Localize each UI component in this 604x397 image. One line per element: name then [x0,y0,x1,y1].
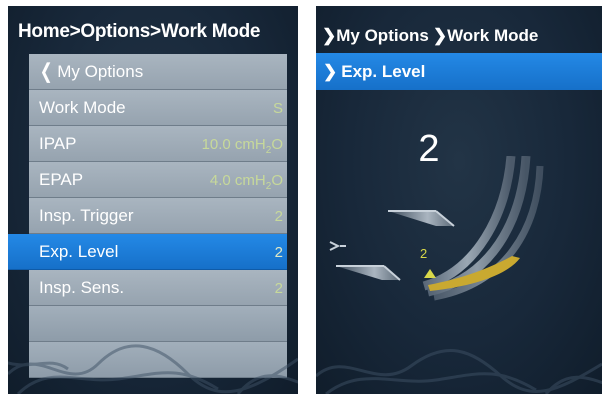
left-screen: Home>Options>Work Mode ❮ My Options Work … [8,6,298,394]
selected-option-label: ❯ Exp. Level [323,62,426,81]
breadcrumb: Home>Options>Work Mode [18,21,261,42]
back-button[interactable]: ❮ My Options [29,54,287,90]
menu-item-label: Work Mode [39,98,126,117]
selected-option-header[interactable]: ❯ Exp. Level [316,53,602,90]
menu-item-label: Insp. Sens. [39,278,125,297]
menu-item-label: IPAP [39,134,77,153]
back-button-label: ❮ My Options [39,60,144,83]
menu-item-epap[interactable]: EPAP 4.0 cmH2O [29,162,287,198]
menu-item-ipap[interactable]: IPAP 10.0 cmH2O [29,126,287,162]
menu-item-value: 2 [274,280,283,297]
chevron-right-icon: ❯ [323,62,338,81]
level-marker-triangle [424,269,436,278]
level-marker-value: 2 [420,246,428,261]
chevron-right-icon: ❯ [322,26,337,45]
menu-item-exp-level[interactable]: Exp. Level 2 [8,234,287,270]
menu-item-work-mode[interactable]: Work Mode S [29,90,287,126]
menu-item-insp-sens[interactable]: Insp. Sens. 2 [29,270,287,306]
right-screen: ❯My Options ❯Work Mode ❯ Exp. Level 2 2 [316,6,602,394]
decorative-ornament [316,349,602,394]
lung-icon [329,241,346,251]
menu-item-value: 4.0 cmH2O [209,172,283,192]
menu-item-label: Insp. Trigger [39,206,134,225]
menu-item-value: S [272,100,283,117]
chevron-right-icon: ❯ [432,26,448,45]
menu-item-value: 2 [274,244,283,261]
exp-level-diagram [329,156,544,301]
menu-item-label: EPAP [39,170,84,189]
chevron-left-icon: ❮ [39,60,53,83]
menu-item-label: Exp. Level [39,242,119,261]
menu-item-value: 2 [274,208,283,225]
menu-item-insp-trigger[interactable]: Insp. Trigger 2 [29,198,287,234]
decorative-ornament [8,344,298,394]
menu-item-value: 10.0 cmH2O [201,136,283,156]
page-title: ❯My Options ❯Work Mode [322,26,539,45]
